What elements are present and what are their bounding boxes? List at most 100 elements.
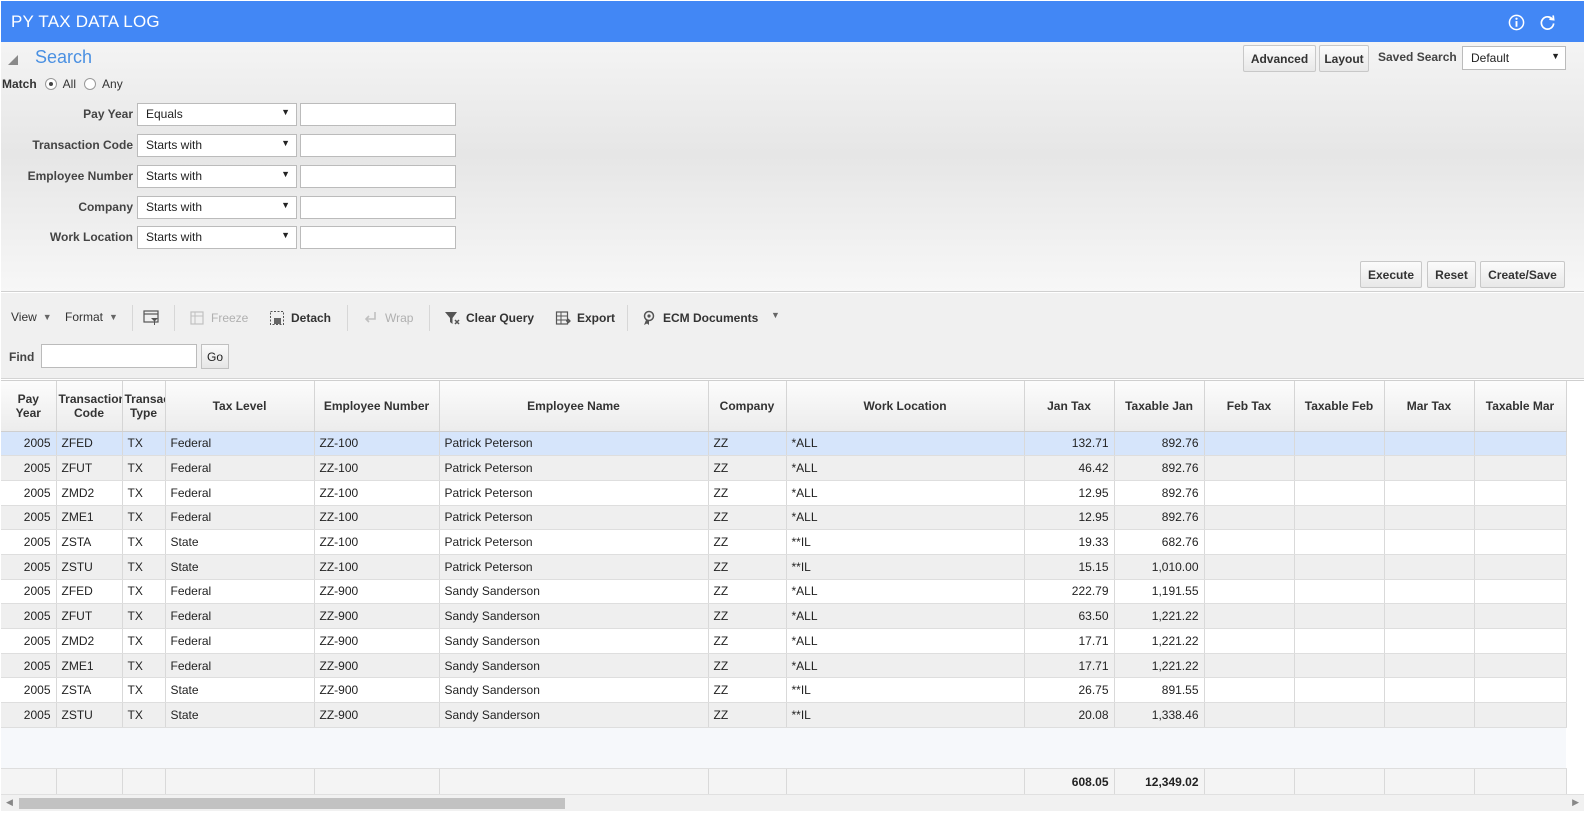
table-cell[interactable]: ZZ-100 [314, 455, 440, 481]
table-cell[interactable]: 2005 [1, 579, 57, 605]
table-cell[interactable]: TX [122, 677, 166, 704]
info-icon[interactable] [1508, 14, 1525, 31]
column-header[interactable]: Employee Number [314, 381, 440, 432]
pay-year-input[interactable] [300, 102, 456, 126]
ecm-documents-dropdown[interactable]: ▼ [765, 310, 780, 320]
table-cell[interactable]: ZZ-100 [314, 480, 440, 506]
table-cell[interactable]: TX [122, 702, 166, 728]
table-cell[interactable]: 46.42 [1024, 455, 1115, 481]
table-cell[interactable]: ZZ-900 [314, 603, 440, 629]
table-cell[interactable] [1294, 554, 1385, 580]
table-cell[interactable] [1204, 554, 1295, 580]
table-cell[interactable] [1204, 579, 1295, 605]
table-cell[interactable]: ZSTU [56, 554, 123, 580]
table-cell[interactable]: **IL [786, 677, 1025, 704]
table-cell[interactable]: ZZ-900 [314, 702, 440, 728]
table-cell[interactable]: 1,191.55 [1114, 579, 1205, 605]
table-cell[interactable] [1204, 480, 1295, 506]
scroll-right-icon[interactable]: ▶ [1572, 797, 1579, 808]
table-cell[interactable]: ZFED [56, 431, 123, 457]
column-header[interactable]: Tax Level [165, 381, 315, 432]
table-cell[interactable] [1474, 455, 1567, 481]
table-cell[interactable]: 892.76 [1114, 480, 1205, 506]
column-header[interactable]: Taxable Feb [1294, 381, 1385, 432]
table-cell[interactable]: ZME1 [56, 653, 123, 679]
table-cell[interactable]: 1,221.22 [1114, 603, 1205, 629]
table-cell[interactable]: ZSTA [56, 677, 123, 704]
table-cell[interactable]: Federal [165, 653, 315, 679]
table-cell[interactable]: 2005 [1, 677, 57, 704]
table-cell[interactable] [1384, 455, 1475, 481]
table-cell[interactable] [1294, 603, 1385, 629]
table-cell[interactable] [1384, 554, 1475, 580]
table-cell[interactable]: State [165, 677, 315, 704]
table-cell[interactable]: ZME1 [56, 505, 123, 531]
table-cell[interactable] [1204, 702, 1295, 728]
table-cell[interactable]: 1,010.00 [1114, 554, 1205, 580]
table-cell[interactable]: ZZ [708, 505, 787, 531]
table-cell[interactable]: TX [122, 554, 166, 580]
table-cell[interactable] [1384, 505, 1475, 531]
detach-button[interactable]: Detach [269, 310, 331, 326]
table-row[interactable]: 2005 ZFUT TX Federal ZZ-100 Patrick Peterson Z… [1, 455, 1567, 481]
table-cell[interactable]: 1,338.46 [1114, 702, 1205, 728]
scrollbar-thumb[interactable] [19, 798, 565, 809]
table-cell[interactable]: Sandy Sanderson [439, 677, 709, 704]
table-cell[interactable]: State [165, 702, 315, 728]
table-cell[interactable] [1474, 505, 1567, 531]
table-cell[interactable]: *ALL [786, 603, 1025, 629]
table-cell[interactable]: Sandy Sanderson [439, 628, 709, 654]
table-row[interactable]: 2005 ZSTA TX State ZZ-100 Patrick Peterson ZZ *… [1, 529, 1567, 555]
table-cell[interactable] [1474, 677, 1567, 704]
table-cell[interactable]: Patrick Peterson [439, 455, 709, 481]
table-cell[interactable] [1474, 579, 1567, 605]
table-cell[interactable]: 2005 [1, 455, 57, 481]
table-row[interactable]: 2005 ZMD2 TX Federal ZZ-900 Sandy Sanderson ZZ… [1, 628, 1567, 654]
table-cell[interactable] [1294, 505, 1385, 531]
layout-button[interactable]: Layout [1319, 45, 1369, 72]
table-cell[interactable]: ZFUT [56, 455, 123, 481]
table-cell[interactable]: 2005 [1, 702, 57, 728]
table-cell[interactable]: Patrick Peterson [439, 554, 709, 580]
table-row[interactable]: 2005 ZFED TX Federal ZZ-100 Patrick Peterson Z… [1, 431, 1567, 457]
table-cell[interactable] [1384, 579, 1475, 605]
table-cell[interactable] [1204, 505, 1295, 531]
transaction-code-input[interactable] [300, 133, 456, 157]
table-cell[interactable]: Sandy Sanderson [439, 603, 709, 629]
table-cell[interactable] [1204, 653, 1295, 679]
table-cell[interactable]: 682.76 [1114, 529, 1205, 555]
table-cell[interactable]: ZZ-900 [314, 677, 440, 704]
employee-number-operator-select[interactable]: Starts with ▼ [137, 164, 297, 188]
table-cell[interactable] [1294, 677, 1385, 704]
table-row[interactable]: 2005 ZSTA TX State ZZ-900 Sandy Sanderson ZZ **… [1, 677, 1567, 704]
table-cell[interactable]: **IL [786, 702, 1025, 728]
go-button[interactable]: Go [201, 344, 229, 369]
table-cell[interactable]: 20.08 [1024, 702, 1115, 728]
table-cell[interactable]: ZZ-900 [314, 653, 440, 679]
table-cell[interactable]: ZZ [708, 603, 787, 629]
table-cell[interactable]: State [165, 554, 315, 580]
table-row[interactable]: 2005 ZME1 TX Federal ZZ-100 Patrick Peterson Z… [1, 505, 1567, 531]
column-header[interactable]: Employee Name [439, 381, 709, 432]
table-cell[interactable]: 132.71 [1024, 431, 1115, 457]
table-cell[interactable]: ZZ [708, 554, 787, 580]
search-title[interactable]: Search [35, 47, 92, 68]
table-cell[interactable]: Federal [165, 480, 315, 506]
table-cell[interactable]: **IL [786, 529, 1025, 555]
filter-settings-icon[interactable] [143, 310, 160, 326]
create-save-button[interactable]: Create/Save [1480, 261, 1565, 288]
table-cell[interactable] [1204, 529, 1295, 555]
table-cell[interactable]: Patrick Peterson [439, 529, 709, 555]
table-cell[interactable]: ZZ-900 [314, 628, 440, 654]
freeze-button[interactable]: Freeze [189, 310, 248, 326]
table-cell[interactable] [1474, 529, 1567, 555]
table-cell[interactable]: TX [122, 455, 166, 481]
match-all-radio[interactable] [44, 78, 57, 90]
table-cell[interactable]: Patrick Peterson [439, 505, 709, 531]
table-cell[interactable]: Patrick Peterson [439, 431, 709, 457]
table-cell[interactable]: 19.33 [1024, 529, 1115, 555]
table-cell[interactable]: 2005 [1, 480, 57, 506]
table-cell[interactable]: Federal [165, 455, 315, 481]
table-cell[interactable]: *ALL [786, 480, 1025, 506]
table-cell[interactable]: *ALL [786, 431, 1025, 457]
